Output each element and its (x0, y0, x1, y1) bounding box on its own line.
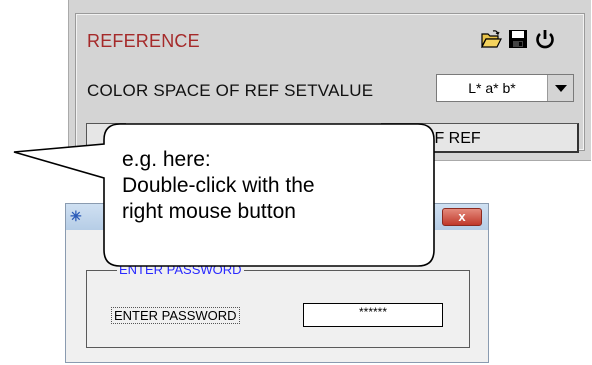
save-icon[interactable] (507, 28, 529, 50)
callout-line-1: e.g. here: (122, 148, 211, 171)
password-group-label: ENTER PASSWORD (117, 262, 244, 277)
power-icon[interactable] (534, 28, 556, 50)
color-space-selected-value: L* a* b* (468, 80, 516, 96)
left-button[interactable] (86, 123, 126, 153)
reference-title: REFERENCE (87, 31, 200, 51)
password-field-label: ENTER PASSWORD (111, 307, 240, 324)
password-group: ENTER PASSWORD ENTER PASSWORD ****** (86, 262, 470, 348)
close-button[interactable]: x (442, 208, 482, 226)
callout-line-2: Double-click with the (122, 174, 315, 197)
color-space-dropdown[interactable]: L* a* b* (436, 74, 574, 102)
callout-text: e.g. here: Double-click with the right m… (122, 147, 315, 225)
color-space-label: COLOR SPACE OF REF SETVALUE (87, 81, 374, 100)
password-input[interactable]: ****** (303, 303, 443, 327)
ref-button[interactable]: OF REF (381, 123, 579, 153)
callout-line-3: right mouse button (122, 200, 296, 223)
app-icon: ✳ (70, 208, 82, 224)
folder-open-icon[interactable] (480, 28, 502, 50)
chevron-down-icon[interactable] (547, 75, 573, 101)
ref-button-label: OF REF (422, 130, 481, 147)
password-dialog: ✳ x ENTER PASSWORD ENTER PASSWORD ****** (65, 203, 489, 363)
reference-panel: REFERENCE COLOR SPACE OF REF SETVALUE L*… (68, 0, 591, 161)
